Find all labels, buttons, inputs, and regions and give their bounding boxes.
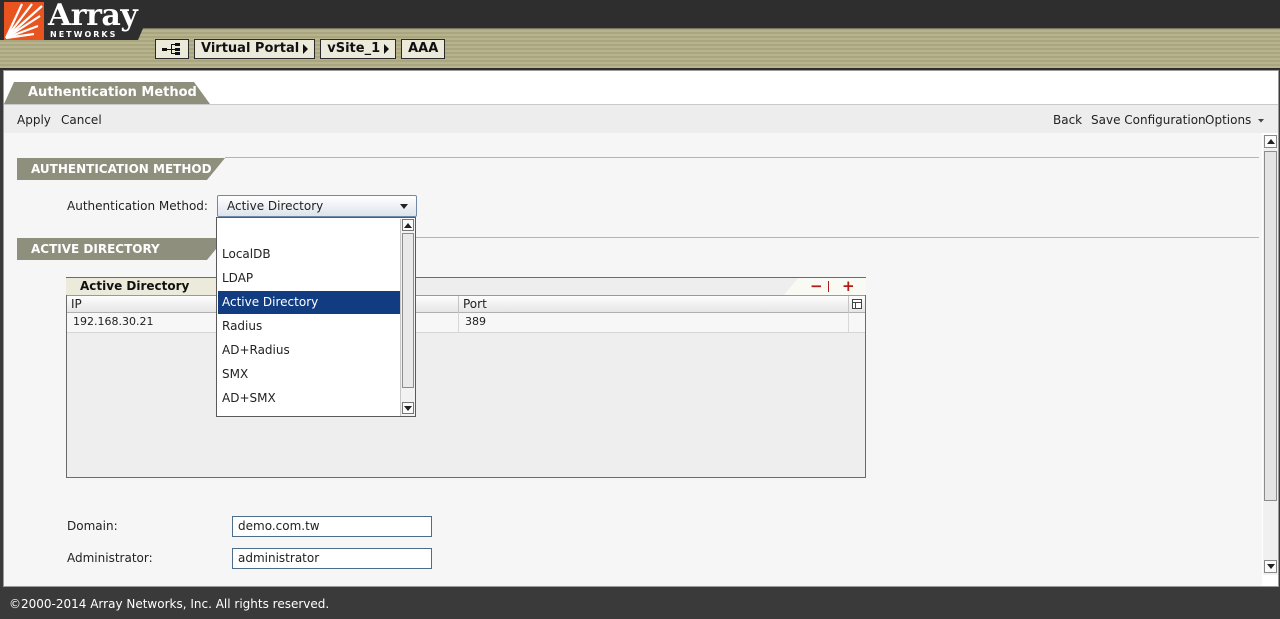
administrator-label: Administrator:: [67, 551, 153, 565]
domain-label: Domain:: [67, 519, 118, 533]
scroll-up-button[interactable]: [1264, 135, 1277, 148]
auth-method-selected-value: Active Directory: [227, 199, 324, 213]
dropdown-option-ad-radius[interactable]: AD+Radius: [218, 339, 400, 362]
main-panel: Authentication Method Apply Cancel Back …: [3, 70, 1279, 587]
dropdown-option-localdb[interactable]: LocalDB: [218, 243, 400, 266]
table-row[interactable]: 192.168.30.21 389: [67, 313, 865, 333]
brand-name: Array: [48, 0, 138, 33]
breadcrumb-home[interactable]: [155, 39, 189, 59]
back-button[interactable]: Back: [1053, 113, 1082, 127]
dropdown-option-smx[interactable]: SMX: [218, 363, 400, 386]
dropdown-scroll-down-button[interactable]: [402, 402, 414, 414]
caret-right-icon: [303, 44, 309, 54]
footer-copyright: ©2000-2014 Array Networks, Inc. All righ…: [0, 589, 1280, 619]
breadcrumb-label: vSite_1: [327, 41, 381, 56]
breadcrumb-aaa[interactable]: AAA: [401, 39, 446, 59]
dropdown-option-ad-smx[interactable]: AD+SMX: [218, 387, 400, 410]
arrow-up-icon: [1266, 139, 1275, 144]
grid-header: IP Port: [67, 295, 865, 313]
toolbar-separator: [828, 281, 829, 292]
arrow-up-icon: [404, 222, 412, 228]
page-scrollbar[interactable]: [1263, 135, 1278, 575]
auth-method-label: Authentication Method:: [67, 199, 208, 213]
options-menu-button[interactable]: Options: [1205, 113, 1265, 127]
chevron-down-icon: [400, 204, 408, 209]
auth-method-dropdown-list: LocalDB LDAP Active Directory Radius AD+…: [216, 217, 416, 417]
network-tree-icon: [162, 43, 180, 55]
domain-input[interactable]: demo.com.tw: [232, 516, 432, 537]
auth-method-select[interactable]: Active Directory: [217, 195, 417, 217]
cancel-button[interactable]: Cancel: [61, 113, 102, 127]
top-header: Array NETWORKS Virtual Portal vSite_1 AA…: [0, 0, 1280, 70]
section-divider: [225, 157, 1259, 158]
breadcrumb-label: AAA: [408, 41, 439, 56]
column-settings-icon: [852, 299, 862, 309]
add-row-button[interactable]: +: [842, 278, 855, 294]
toolbar: Apply Cancel Back Save Configuration Opt…: [4, 104, 1278, 133]
column-header-port[interactable]: Port: [459, 296, 849, 313]
apply-button[interactable]: Apply: [17, 113, 51, 127]
brand-logo[interactable]: Array NETWORKS: [4, 0, 144, 42]
brand-tagline: NETWORKS: [50, 30, 118, 39]
breadcrumb-label: Virtual Portal: [201, 41, 300, 56]
ad-servers-grid-title: Active Directory Servers: [66, 278, 226, 310]
dropdown-scrollbar[interactable]: [400, 219, 415, 416]
dropdown-option-active-directory[interactable]: Active Directory: [218, 291, 400, 314]
breadcrumb: Virtual Portal vSite_1 AAA: [155, 39, 446, 59]
page-title-tab: Authentication Method: [4, 82, 210, 104]
section-heading-ad-servers: ACTIVE DIRECTORY SERVERS: [17, 238, 225, 260]
remove-row-button[interactable]: −: [810, 278, 823, 294]
grid-toolbar: − +: [784, 278, 866, 295]
column-menu-button[interactable]: [849, 296, 865, 313]
cell-port: 389: [459, 313, 849, 333]
dropdown-option-ldap[interactable]: LDAP: [218, 267, 400, 290]
arrow-down-icon: [404, 405, 412, 411]
breadcrumb-vsite[interactable]: vSite_1: [320, 39, 397, 59]
arrow-down-icon: [1266, 564, 1275, 569]
caret-right-icon: [384, 44, 390, 54]
chevron-down-icon: [1258, 118, 1265, 122]
array-logo-icon: [4, 2, 44, 40]
scroll-down-button[interactable]: [1264, 560, 1277, 573]
content-area: AUTHENTICATION METHOD Authentication Met…: [4, 133, 1262, 586]
dropdown-scroll-thumb[interactable]: [402, 233, 414, 388]
dropdown-option-empty[interactable]: [218, 219, 400, 242]
dropdown-option-radius[interactable]: Radius: [218, 315, 400, 338]
dropdown-scroll-up-button[interactable]: [402, 219, 414, 231]
section-heading-auth-method: AUTHENTICATION METHOD: [17, 158, 225, 180]
administrator-input[interactable]: administrator: [232, 548, 432, 569]
scroll-thumb[interactable]: [1264, 151, 1277, 501]
options-label: Options: [1205, 113, 1252, 127]
breadcrumb-virtual-portal[interactable]: Virtual Portal: [194, 39, 316, 59]
save-configuration-button[interactable]: Save Configuration: [1091, 113, 1206, 127]
